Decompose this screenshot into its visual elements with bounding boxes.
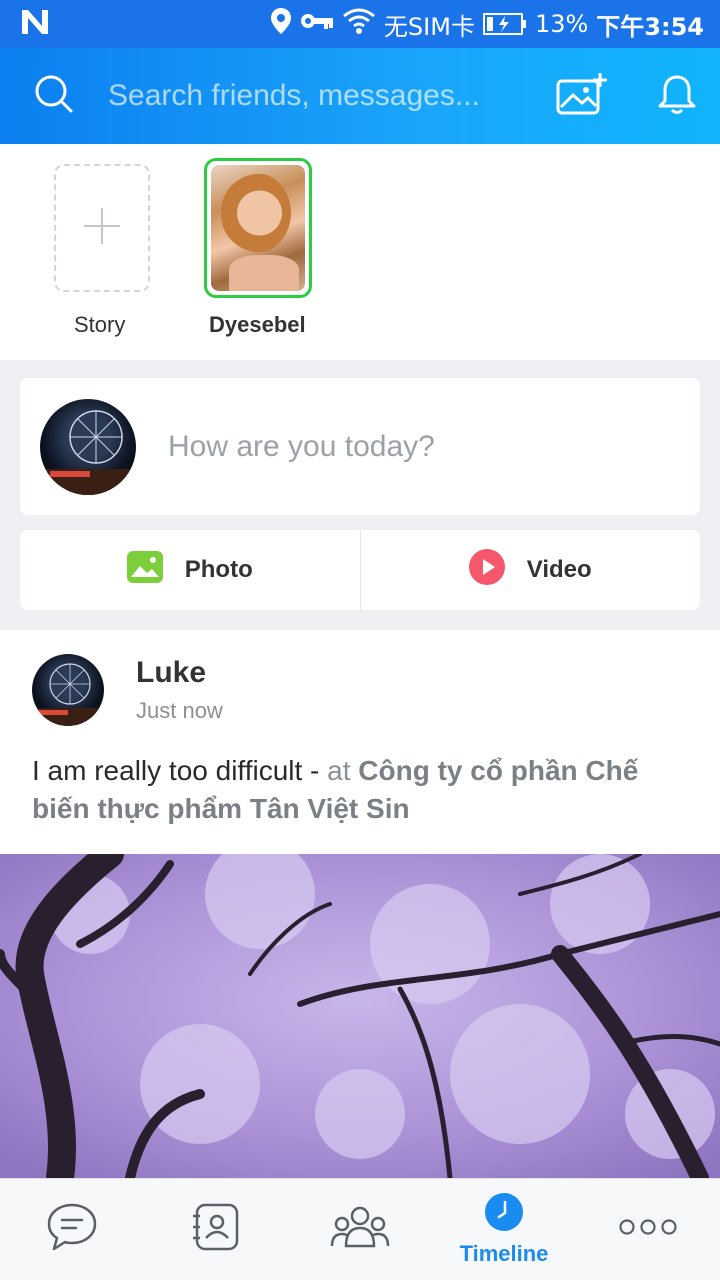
post-timestamp: Just now <box>136 698 223 723</box>
post-at-text: at <box>327 755 359 786</box>
nav-timeline[interactable]: Timeline <box>432 1179 576 1280</box>
clock-icon <box>484 1192 524 1237</box>
nav-groups[interactable] <box>288 1179 432 1280</box>
nav-more[interactable] <box>576 1179 720 1280</box>
groups-icon <box>330 1204 390 1255</box>
feed-post: Luke Just now I am really too difficult … <box>0 630 720 1178</box>
post-text: I am really too difficult - <box>32 755 328 786</box>
avatar <box>40 398 136 495</box>
story-thumbnail <box>211 165 305 291</box>
photo-icon <box>126 550 163 590</box>
post-avatar[interactable] <box>32 654 104 726</box>
story-label-user: Dyesebel <box>209 312 306 337</box>
search-input[interactable]: Search friends, messages... <box>108 79 508 113</box>
location-pin-icon <box>270 7 292 42</box>
video-button[interactable]: Video <box>359 530 701 610</box>
photo-label: Photo <box>184 556 253 583</box>
more-icon <box>619 1218 677 1241</box>
video-label: Video <box>526 556 592 583</box>
carrier-text: 无SIM卡 <box>383 12 475 41</box>
status-bar: 无SIM卡 13% 下午3:54 <box>0 0 720 48</box>
wifi-icon <box>342 7 376 42</box>
media-bar: Photo Video <box>20 530 700 610</box>
post-composer[interactable]: How are you today? <box>20 378 700 515</box>
video-icon <box>468 548 505 592</box>
chat-icon <box>46 1202 98 1257</box>
contacts-icon <box>191 1202 241 1257</box>
battery-icon <box>482 12 527 36</box>
nav-timeline-label: Timeline <box>459 1241 549 1266</box>
story-item-dyesebel[interactable] <box>204 158 312 298</box>
add-photo-icon[interactable] <box>556 71 608 122</box>
nav-contacts[interactable] <box>144 1179 288 1280</box>
search-icon[interactable] <box>34 74 74 119</box>
clock-time: 下午3:54 <box>596 12 704 41</box>
n-logo-icon <box>20 8 50 41</box>
nav-messages[interactable] <box>0 1179 144 1280</box>
post-photo[interactable] <box>0 854 720 1178</box>
bell-icon[interactable] <box>658 73 696 120</box>
app-header: Search friends, messages... <box>0 48 720 144</box>
battery-percent: 13% <box>534 10 589 38</box>
bottom-nav: Timeline <box>0 1178 720 1280</box>
key-icon <box>300 10 334 38</box>
stories-row: Story Dyesebel <box>0 144 720 360</box>
post-body: I am really too difficult - at Công ty c… <box>32 752 692 828</box>
post-author[interactable]: Luke <box>136 656 223 690</box>
story-label-add: Story <box>74 312 126 337</box>
plus-icon <box>82 206 122 251</box>
photo-button[interactable]: Photo <box>20 530 360 610</box>
status-input[interactable]: How are you today? <box>168 430 435 464</box>
add-story-button[interactable] <box>54 164 150 292</box>
